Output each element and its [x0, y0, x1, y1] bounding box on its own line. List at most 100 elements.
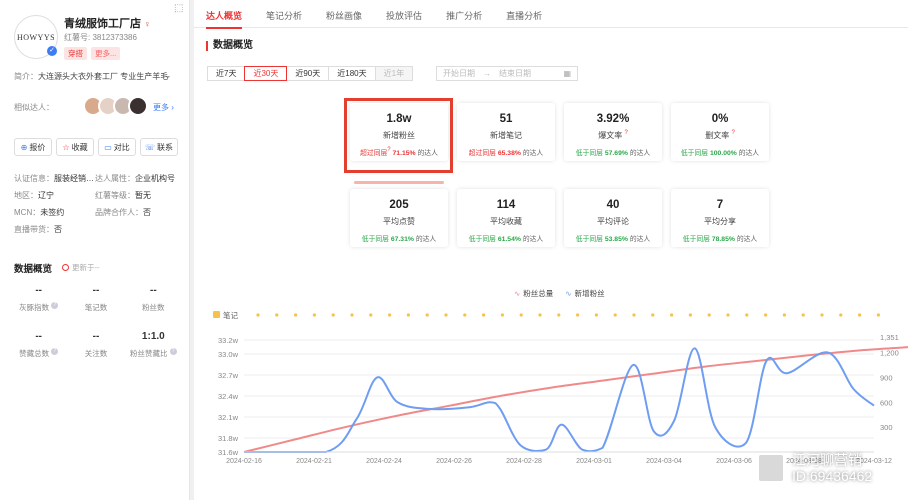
note-dot [331, 313, 335, 317]
share-icon[interactable]: ⬚ [174, 3, 183, 14]
legend-new-label: 新增粉丝 [574, 289, 605, 298]
comparison-percent: 57.69% [604, 150, 628, 157]
tab-fans[interactable]: 粉丝画像 [314, 0, 374, 28]
end-date-input[interactable]: 结束日期 [499, 68, 531, 79]
range-1y[interactable]: 近1年 [374, 66, 414, 81]
metric-value: 114 [496, 199, 516, 211]
chart-legend: ∿ 粉丝总量 ∿ 新增粉丝 [514, 288, 605, 299]
stat-label: 粉丝赞藏比 [130, 349, 168, 358]
stat-item: -- 赞藏总数 ? [10, 331, 67, 359]
metric-comparison: 低于同层 100.00% 的达人 [671, 147, 769, 157]
note-dot [651, 313, 655, 317]
legend-total[interactable]: ∿ 粉丝总量 [514, 288, 553, 299]
note-dot [876, 313, 881, 317]
comparison-text: 低于同层 [361, 236, 389, 243]
comparison-suffix: 的达人 [629, 150, 651, 157]
favorite-button[interactable]: ☆ 收藏 [56, 138, 94, 156]
range-180d[interactable]: 近180天 [328, 66, 376, 81]
line-icon: ∿ [565, 289, 572, 298]
tab-bar: 达人概览 笔记分析 粉丝画像 投放评估 推广分析 直播分析 [194, 0, 908, 29]
tab-overview[interactable]: 达人概览 [194, 0, 254, 29]
info-key: 红薯等级： [95, 191, 135, 200]
help-icon[interactable]: ? [51, 348, 59, 355]
stat-item: -- 笔记数 [67, 285, 124, 313]
comparison-text: 低于同层 [682, 236, 710, 243]
comparison-text: 低于同层 [468, 236, 496, 243]
refresh-icon[interactable] [62, 264, 69, 271]
metric-card: 3.92% 爆文率 ? 低于同层 57.69% 的达人 [564, 103, 662, 161]
help-icon[interactable]: ? [624, 130, 627, 136]
date-range-picker[interactable]: 开始日期 → 结束日期 ▦ [436, 66, 578, 81]
metric-label: 爆文率 [598, 131, 623, 140]
tab-promotion[interactable]: 推广分析 [434, 0, 494, 28]
note-dot [670, 313, 674, 317]
metric-card: 7 平均分享 低于同层 78.85% 的达人 [671, 189, 769, 247]
stat-value: -- [35, 285, 42, 296]
tab-delivery[interactable]: 投放评估 [374, 0, 434, 28]
chevron-down-icon[interactable]: ⌄ [164, 70, 172, 81]
right-axis-tick: 600 [880, 398, 893, 407]
phone-icon: ☏ [144, 142, 155, 152]
contact-button[interactable]: ☏ 联系 [140, 138, 178, 156]
comparison-percent: 100.00% [709, 150, 737, 157]
tab-notes[interactable]: 笔记分析 [254, 0, 314, 28]
intro[interactable]: 简介：大连源头大衣外套工厂 专业生产羊毛 [14, 71, 182, 82]
watermark-line2: ID:69436462 [792, 468, 873, 484]
note-legend-icon [213, 311, 220, 318]
help-icon[interactable]: ? [731, 130, 734, 136]
note-dot [820, 313, 824, 317]
note-dot [858, 313, 862, 317]
range-7d[interactable]: 近7天 [207, 66, 246, 81]
x-axis-tick: 2024-02-16 [226, 458, 262, 465]
metric-value: 0% [711, 113, 729, 125]
start-date-input[interactable]: 开始日期 [443, 68, 475, 79]
comparison-suffix: 的达人 [629, 236, 651, 243]
tab-live[interactable]: 直播分析 [494, 0, 554, 28]
note-dot [726, 313, 730, 317]
location-pin-icon: ♀ [144, 19, 151, 29]
metric-card: 40 平均评论 低于同层 53.85% 的达人 [564, 189, 662, 247]
intro-text: 大连源头大衣外套工厂 专业生产羊毛 [38, 72, 169, 81]
help-icon[interactable]: ? [169, 348, 177, 355]
x-axis-tick: 2024-03-04 [646, 458, 682, 465]
left-axis-tick: 33.2w [218, 336, 239, 345]
metric-label: 平均收藏 [490, 217, 522, 226]
note-dot [500, 313, 504, 317]
metric-value: 51 [499, 113, 513, 125]
quote-button[interactable]: ⊕ 报价 [14, 138, 52, 156]
stat-item: -- 粉丝数 [125, 285, 182, 313]
similar-more-link[interactable]: 更多 › [153, 102, 174, 113]
note-dot [275, 313, 279, 317]
note-dot [745, 313, 749, 317]
metric-value: 40 [606, 199, 620, 211]
comparison-percent: 67.31% [390, 236, 414, 243]
info-key: 认证信息： [14, 174, 54, 183]
x-axis-tick: 2024-02-21 [296, 458, 332, 465]
stat-label: 笔记数 [84, 303, 108, 312]
more-tags-button[interactable]: 更多... [91, 47, 121, 60]
right-axis-tick: 1,351 [880, 333, 899, 342]
stat-value: -- [35, 331, 42, 342]
left-axis-tick: 32.4w [218, 392, 239, 401]
intro-label: 简介： [14, 72, 38, 81]
note-dot [839, 313, 843, 317]
help-icon[interactable]: ? [51, 302, 59, 309]
legend-new[interactable]: ∿ 新增粉丝 [565, 288, 604, 299]
info-table: 认证信息：服装经销… 达人属性：企业机构号 地区：辽宁 红薯等级：暂无 MCN：未签… [14, 170, 184, 238]
range-30d[interactable]: 近30天 [244, 66, 288, 81]
note-dot [388, 313, 392, 317]
influencer-name-text: 青绒服饰工厂店 [64, 18, 141, 30]
star-icon: ☆ [62, 142, 70, 152]
metric-comparison: 低于同层 67.31% 的达人 [350, 233, 448, 243]
info-key: 地区： [14, 191, 38, 200]
category-tag[interactable]: 穿搭 [64, 47, 87, 60]
similar-avatar[interactable] [128, 96, 148, 116]
similar-avatars [83, 96, 148, 116]
range-90d[interactable]: 近90天 [286, 66, 330, 81]
similar-label: 相似达人： [14, 103, 54, 112]
compare-icon: ▭ [104, 142, 112, 152]
compare-button[interactable]: ▭ 对比 [98, 138, 136, 156]
stat-label: 赞藏总数 [19, 349, 50, 358]
comparison-text: 低于同层 [680, 150, 709, 157]
main-panel: 达人概览 笔记分析 粉丝画像 投放评估 推广分析 直播分析 数据概览 近7天 近… [194, 0, 908, 500]
